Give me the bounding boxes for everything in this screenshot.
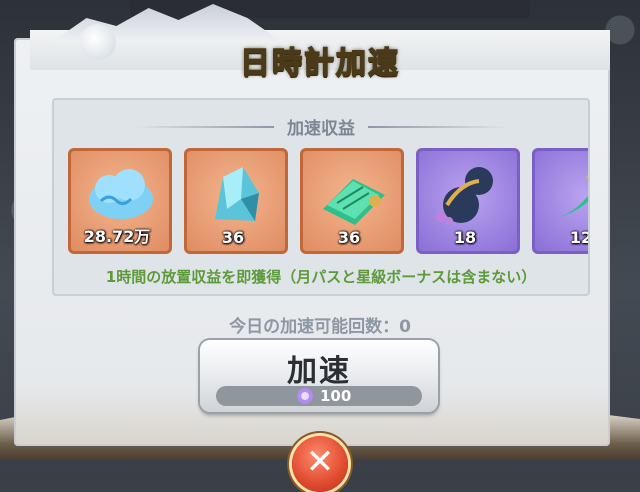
crystal-icon bbox=[215, 167, 259, 221]
accelerate-button[interactable]: 加速 100 bbox=[200, 340, 438, 412]
reward-quantity: 18 bbox=[453, 228, 477, 247]
reward-quantity: 36 bbox=[337, 228, 361, 247]
accelerate-cost-value: 100 bbox=[320, 387, 352, 405]
reward-quantity: 12 bbox=[569, 228, 590, 247]
reward-items: 28.72万 36 36 18 12 bbox=[68, 148, 588, 258]
reward-quantity: 28.72万 bbox=[83, 227, 151, 246]
accelerate-count: 今日の加速可能回数：0 bbox=[229, 317, 411, 337]
reward-item-gourd[interactable]: 18 bbox=[416, 148, 520, 254]
jade-scroll-icon bbox=[323, 179, 385, 225]
close-button[interactable]: ✕ bbox=[292, 436, 348, 492]
reward-item-leaf-blade[interactable]: 12 bbox=[532, 148, 590, 254]
reward-quantity: 36 bbox=[221, 228, 245, 247]
rewards-heading: 加速収益 bbox=[287, 119, 355, 139]
cloud-icon bbox=[89, 169, 153, 219]
gourd-icon bbox=[436, 167, 493, 225]
rewards-note: 1時間の放置収益を即獲得（月パスと星級ボーナスは含まない） bbox=[105, 268, 537, 286]
reward-item-jade-scroll[interactable]: 36 bbox=[300, 148, 404, 254]
purple-gem-icon bbox=[297, 388, 313, 404]
close-icon: ✕ bbox=[305, 442, 335, 482]
leaf-blade-icon bbox=[555, 174, 588, 219]
reward-item-crystal[interactable]: 36 bbox=[184, 148, 288, 254]
accelerate-cost-bar: 100 bbox=[216, 386, 422, 406]
reward-item-cloud[interactable]: 28.72万 bbox=[68, 148, 172, 254]
rewards-box: 加速収益 28.72万 36 36 18 12 1時間の放置収益を即獲得（月パス… bbox=[52, 98, 590, 296]
popup-title: 日時計加速 bbox=[239, 45, 400, 82]
accelerate-button-label: 加速 bbox=[287, 354, 351, 389]
